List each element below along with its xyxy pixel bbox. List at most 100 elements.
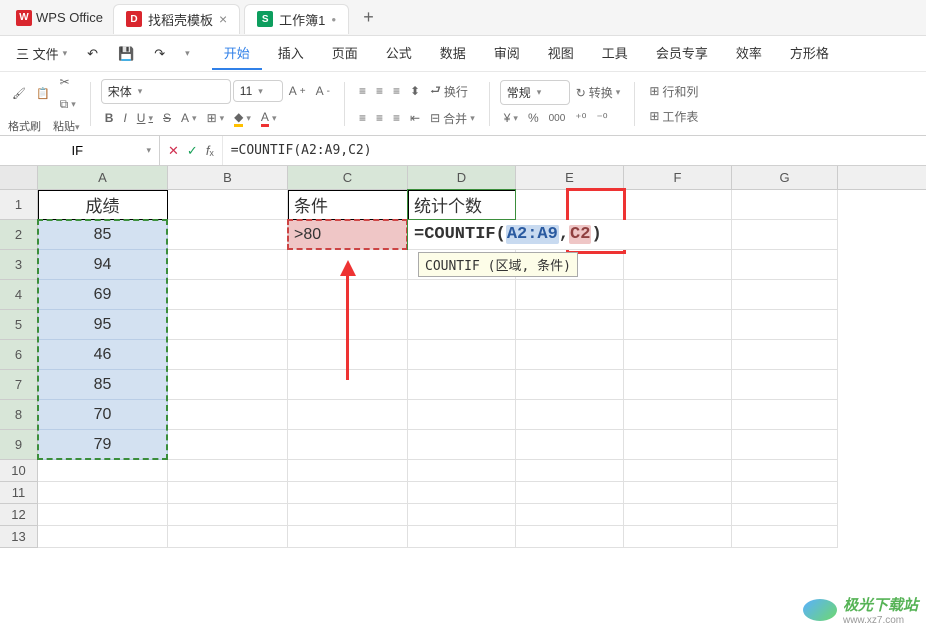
- menu-tab-efficiency[interactable]: 效率: [724, 37, 774, 70]
- merge-button[interactable]: ⊟ 合并▾: [426, 108, 479, 129]
- convert-button[interactable]: ↻ 转换▾: [572, 82, 625, 103]
- cell-G3[interactable]: [732, 250, 838, 280]
- cell-G10[interactable]: [732, 460, 838, 482]
- font-size-select[interactable]: 11▾: [233, 80, 283, 102]
- menu-tab-view[interactable]: 视图: [536, 37, 586, 70]
- rows-cols-button[interactable]: ⊞ 行和列: [645, 81, 702, 102]
- font-color-button[interactable]: A▾: [257, 108, 281, 129]
- cell-D10[interactable]: [408, 460, 516, 482]
- align-top-button[interactable]: ≡: [355, 82, 370, 100]
- redo-button[interactable]: ↷: [146, 42, 173, 66]
- dec-dec-button[interactable]: ⁻⁰: [592, 109, 611, 127]
- cell-A13[interactable]: [38, 526, 168, 548]
- cell-C6[interactable]: [288, 340, 408, 370]
- font-name-select[interactable]: 宋体▾: [101, 79, 231, 104]
- cell-A6[interactable]: 46: [38, 340, 168, 370]
- col-header-c[interactable]: C: [288, 166, 408, 189]
- cell-G13[interactable]: [732, 526, 838, 548]
- file-menu-button[interactable]: 三 文件▾: [8, 40, 75, 67]
- align-center-button[interactable]: ≡: [372, 109, 387, 127]
- strike-button[interactable]: S: [159, 109, 175, 127]
- undo-button[interactable]: ↶: [79, 42, 106, 66]
- cell-B2[interactable]: [168, 220, 288, 250]
- cell-F10[interactable]: [624, 460, 732, 482]
- cell-G4[interactable]: [732, 280, 838, 310]
- cell-F1[interactable]: [624, 190, 732, 220]
- cell-D9[interactable]: [408, 430, 516, 460]
- cell-D13[interactable]: [408, 526, 516, 548]
- cell-A8[interactable]: 70: [38, 400, 168, 430]
- worksheet-button[interactable]: ⊞ 工作表: [645, 106, 702, 127]
- cell-B4[interactable]: [168, 280, 288, 310]
- cell-B6[interactable]: [168, 340, 288, 370]
- cell-F3[interactable]: [624, 250, 732, 280]
- cell-A2[interactable]: 85: [38, 220, 168, 250]
- col-header-b[interactable]: B: [168, 166, 288, 189]
- menu-tab-insert[interactable]: 插入: [266, 37, 316, 70]
- cell-F6[interactable]: [624, 340, 732, 370]
- cell-E11[interactable]: [516, 482, 624, 504]
- format-painter-button[interactable]: 🖌: [8, 85, 30, 102]
- bold-button[interactable]: B: [101, 109, 118, 127]
- cell-A11[interactable]: [38, 482, 168, 504]
- cell-B11[interactable]: [168, 482, 288, 504]
- menu-tab-formula[interactable]: 公式: [374, 37, 424, 70]
- cell-B3[interactable]: [168, 250, 288, 280]
- row-header-8[interactable]: 8: [0, 400, 38, 430]
- cell-C4[interactable]: [288, 280, 408, 310]
- cell-B7[interactable]: [168, 370, 288, 400]
- cell-D4[interactable]: [408, 280, 516, 310]
- align-bottom-button[interactable]: ≡: [389, 82, 404, 100]
- number-format-select[interactable]: 常规▾: [500, 80, 570, 105]
- cell-F8[interactable]: [624, 400, 732, 430]
- cell-F12[interactable]: [624, 504, 732, 526]
- cell-E1[interactable]: [516, 190, 624, 220]
- orientation-button[interactable]: ⬍: [406, 82, 424, 100]
- cell-G2[interactable]: [732, 220, 838, 250]
- fill-color-button[interactable]: ◆▾: [230, 108, 255, 129]
- row-header-6[interactable]: 6: [0, 340, 38, 370]
- cell-G12[interactable]: [732, 504, 838, 526]
- col-header-a[interactable]: A: [38, 166, 168, 189]
- cell-F11[interactable]: [624, 482, 732, 504]
- cell-B8[interactable]: [168, 400, 288, 430]
- select-all-corner[interactable]: [0, 166, 38, 189]
- align-left-button[interactable]: ≡: [355, 109, 370, 127]
- cell-D1[interactable]: 统计个数: [408, 190, 516, 220]
- underline-button[interactable]: U▾: [133, 109, 157, 127]
- cell-E4[interactable]: [516, 280, 624, 310]
- cell-D12[interactable]: [408, 504, 516, 526]
- add-tab-button[interactable]: +: [351, 7, 386, 28]
- row-header-4[interactable]: 4: [0, 280, 38, 310]
- fx-icon[interactable]: fₓ: [206, 143, 214, 158]
- cell-D7[interactable]: [408, 370, 516, 400]
- align-middle-button[interactable]: ≡: [372, 82, 387, 100]
- cell-E9[interactable]: [516, 430, 624, 460]
- cell-G6[interactable]: [732, 340, 838, 370]
- cell-C12[interactable]: [288, 504, 408, 526]
- cell-D11[interactable]: [408, 482, 516, 504]
- name-box[interactable]: ▾: [0, 136, 160, 165]
- align-right-button[interactable]: ≡: [389, 109, 404, 127]
- cell-C8[interactable]: [288, 400, 408, 430]
- row-header-2[interactable]: 2: [0, 220, 38, 250]
- menu-tab-review[interactable]: 审阅: [482, 37, 532, 70]
- cell-D2[interactable]: =COUNTIF(A2:A9,C2): [408, 220, 732, 250]
- name-box-input[interactable]: [8, 143, 146, 158]
- decrease-font-button[interactable]: A-: [312, 82, 334, 100]
- row-header-11[interactable]: 11: [0, 482, 38, 504]
- cell-A5[interactable]: 95: [38, 310, 168, 340]
- cell-C11[interactable]: [288, 482, 408, 504]
- col-header-g[interactable]: G: [732, 166, 838, 189]
- cell-A12[interactable]: [38, 504, 168, 526]
- cell-E13[interactable]: [516, 526, 624, 548]
- cell-F4[interactable]: [624, 280, 732, 310]
- formula-confirm-icon[interactable]: ✓: [187, 143, 198, 159]
- cell-C9[interactable]: [288, 430, 408, 460]
- row-header-5[interactable]: 5: [0, 310, 38, 340]
- indent-button[interactable]: ⇤: [406, 109, 424, 127]
- copy-button[interactable]: ⧉▾: [56, 95, 80, 114]
- menu-tab-tools[interactable]: 工具: [590, 37, 640, 70]
- cell-B13[interactable]: [168, 526, 288, 548]
- menu-tab-page[interactable]: 页面: [320, 37, 370, 70]
